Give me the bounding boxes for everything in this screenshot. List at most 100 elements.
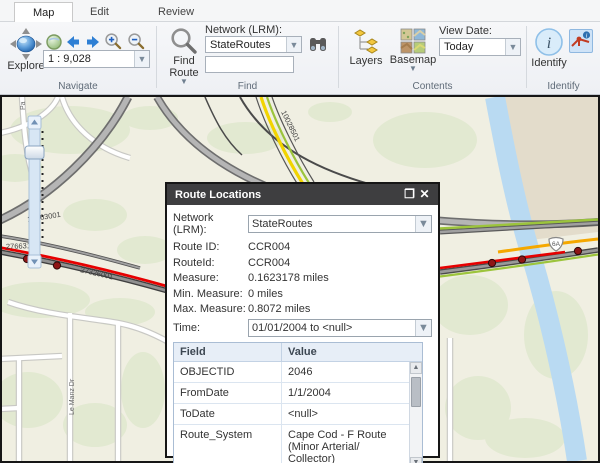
identify-label: Identify — [531, 58, 566, 69]
dialog-title: Route Locations — [175, 189, 261, 201]
dialog-title-bar[interactable]: Route Locations ❐ ✕ — [167, 184, 438, 205]
explore-icon — [8, 28, 44, 60]
layers-button[interactable]: Layers — [345, 28, 387, 67]
basemap-dropdown-caret: ▼ — [409, 66, 417, 72]
identify-route-locations-icon: i — [570, 30, 592, 52]
measure-value: 0.1623178 miles — [248, 272, 432, 284]
identify-button[interactable]: i Identify — [529, 27, 569, 69]
cell-value: Cape Cod - F Route (Minor Arterial/ Coll… — [282, 425, 409, 463]
ribbon-content: Explore — [0, 22, 600, 95]
find-route-label-line1: Find — [173, 56, 194, 67]
basemap-button[interactable]: Basemap ▼ — [389, 28, 437, 72]
application-window: Map Edit Review — [0, 0, 600, 463]
route-shield-label: 6A — [552, 241, 561, 248]
time-value: 01/01/2004 to <null> — [249, 322, 415, 334]
tab-edit[interactable]: Edit — [72, 2, 127, 22]
view-date-dropdown-button[interactable]: ▼ — [505, 39, 520, 55]
field-label-min-measure: Min. Measure: — [173, 288, 248, 300]
dialog-body: Network (LRM): StateRoutes ▼ Route ID: C… — [167, 205, 438, 463]
network-lrm-dropdown-button[interactable]: ▼ — [286, 37, 301, 52]
group-label-navigate: Navigate — [0, 81, 156, 92]
zoom-slider-thumb[interactable] — [25, 146, 44, 159]
zoom-in-icon[interactable] — [104, 32, 122, 50]
scrollbar-thumb[interactable] — [411, 377, 421, 407]
cell-value: 2046 — [282, 362, 409, 382]
previous-extent-arrow-icon[interactable] — [64, 33, 82, 51]
group-find: Find Route ▼ Network (LRM): StateRoutes … — [157, 22, 338, 94]
tab-map[interactable]: Map — [14, 2, 73, 22]
scroll-up-button[interactable]: ▲ — [410, 362, 422, 374]
field-label-time: Time: — [173, 322, 248, 334]
table-scrollbar[interactable]: ▲ ▼ — [409, 362, 422, 463]
view-date-combobox[interactable]: Today ▼ — [439, 38, 521, 56]
group-label-find: Find — [157, 81, 338, 92]
group-identify: i Identify i Identify — [527, 22, 600, 94]
group-label-identify: Identify — [527, 81, 600, 92]
full-extent-globe-icon[interactable] — [45, 33, 63, 51]
route-id-value: CCR004 — [248, 241, 432, 253]
layers-label: Layers — [349, 56, 382, 67]
group-contents: Layers Basem — [339, 22, 526, 94]
table-row[interactable]: Route_System Cape Cod - F Route (Minor A… — [174, 425, 409, 463]
time-dropdown-button[interactable]: ▼ — [415, 320, 431, 336]
explore-button[interactable]: Explore — [4, 28, 48, 72]
cell-field: Route_System — [174, 425, 282, 463]
max-measure-value: 0.8072 miles — [248, 303, 432, 315]
close-icon[interactable]: ✕ — [417, 187, 432, 202]
field-label-routeid: RouteId: — [173, 257, 248, 269]
svg-text:i: i — [547, 35, 551, 52]
attributes-table-header: Field Value — [174, 343, 422, 362]
table-row[interactable]: OBJECTID 2046 — [174, 362, 409, 383]
find-route-magnifier-icon — [170, 27, 198, 55]
field-label-network: Network (LRM): — [173, 212, 248, 236]
time-combobox[interactable]: 01/01/2004 to <null> ▼ — [248, 319, 432, 337]
explore-label: Explore — [7, 61, 44, 72]
next-extent-arrow-icon[interactable] — [84, 33, 102, 51]
ribbon-tab-row: Map Edit Review — [0, 0, 600, 22]
group-label-contents: Contents — [339, 81, 526, 92]
layers-icon — [353, 28, 379, 55]
column-header-field: Field — [174, 343, 282, 361]
view-date-label: View Date: — [439, 25, 492, 37]
network-combobox[interactable]: StateRoutes ▼ — [248, 215, 432, 233]
network-lrm-combobox[interactable]: StateRoutes ▼ — [205, 36, 302, 53]
maximize-icon[interactable]: ❐ — [402, 187, 417, 202]
network-dropdown-button[interactable]: ▼ — [415, 216, 431, 232]
column-header-value: Value — [282, 346, 422, 358]
network-lrm-value: StateRoutes — [206, 39, 286, 51]
binoculars-icon[interactable] — [308, 36, 328, 53]
svg-text:i: i — [586, 33, 588, 40]
identify-route-locations-button[interactable]: i — [569, 29, 593, 53]
cell-field: ToDate — [174, 404, 282, 424]
cell-field: FromDate — [174, 383, 282, 403]
table-row[interactable]: FromDate 1/1/2004 — [174, 383, 409, 404]
routeid-value: CCR004 — [248, 257, 432, 269]
street-label-le-manz-dr: Le Manz Dr — [69, 378, 76, 415]
ribbon: Map Edit Review — [0, 0, 600, 95]
cell-value: 1/1/2004 — [282, 383, 409, 403]
tab-review[interactable]: Review — [140, 2, 212, 22]
identify-icon: i — [534, 27, 564, 57]
cell-value: <null> — [282, 404, 409, 424]
find-route-button[interactable]: Find Route ▼ — [163, 27, 205, 85]
street-label-partial: Pa — [20, 101, 27, 110]
view-date-value: Today — [440, 41, 505, 53]
network-value: StateRoutes — [249, 218, 415, 230]
min-measure-value: 0 miles — [248, 288, 432, 300]
zoom-slider-track[interactable] — [29, 117, 40, 267]
map-scale-value: 1 : 9,028 — [44, 53, 134, 65]
cell-field: OBJECTID — [174, 362, 282, 382]
table-row[interactable]: ToDate <null> — [174, 404, 409, 425]
map-scale-combobox[interactable]: 1 : 9,028 ▼ — [43, 50, 150, 68]
field-label-max-measure: Max. Measure: — [173, 303, 248, 315]
field-label-measure: Measure: — [173, 272, 248, 284]
basemap-icon — [400, 28, 426, 54]
map-scale-dropdown-button[interactable]: ▼ — [134, 51, 149, 67]
field-label-route-id: Route ID: — [173, 241, 248, 253]
scroll-down-button[interactable]: ▼ — [410, 457, 422, 463]
attributes-table: Field Value OBJECTID 2046 FromDate 1/1/2… — [173, 342, 423, 463]
zoom-out-icon[interactable] — [127, 32, 145, 50]
route-input[interactable] — [205, 56, 294, 73]
group-navigate: Explore — [0, 22, 156, 94]
route-locations-dialog: Route Locations ❐ ✕ Network (LRM): State… — [165, 182, 440, 458]
